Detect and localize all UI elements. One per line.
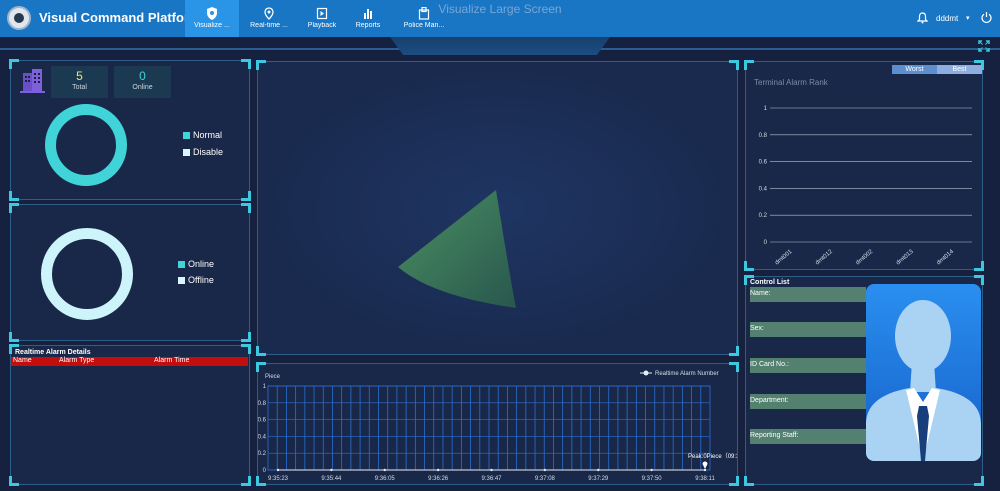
title-band (0, 37, 1000, 55)
terminal-rank-panel: Worst Best Terminal Alarm Rank 0 0.2 0.4 0.… (744, 60, 984, 271)
online-value: 0 (139, 69, 146, 83)
data-point (543, 468, 547, 472)
y-tick-label: 0.6 (258, 418, 267, 424)
map-panel[interactable] (256, 60, 739, 356)
online-label: Online (132, 84, 153, 91)
control-list-panel: Control List Name: Sex: ID Card No.: Dep… (744, 275, 984, 486)
power-icon[interactable] (980, 11, 993, 24)
online-status-donut (41, 228, 133, 320)
screen-title: Visualize Large Screen (438, 2, 562, 16)
field-sex: Sex: (750, 322, 866, 337)
field-name: Name: (750, 287, 866, 302)
field-department: Department: (750, 394, 866, 409)
data-point (703, 468, 707, 472)
data-point (436, 468, 440, 472)
tab-label: Police Man... (403, 22, 445, 29)
y-tick-label: 0.2 (759, 213, 768, 219)
app-title: Visual Command Platform (39, 10, 201, 25)
alarm-details-title: Realtime Alarm Details (15, 349, 91, 356)
column-alarm-type[interactable]: Alarm Type (59, 357, 94, 364)
online-stat: 0 Online (114, 66, 171, 98)
legend-online: Online (178, 259, 214, 269)
field-id-card: ID Card No.: (750, 358, 866, 373)
building-icon (20, 69, 45, 93)
platform-logo (7, 6, 31, 30)
x-tick-label: 9:35:44 (321, 476, 342, 482)
legend-label: Realtime Alarm Number (655, 371, 719, 377)
legend-marker (643, 370, 649, 376)
map-pin-icon (264, 7, 274, 20)
online-stats-panel: Online Offline (9, 203, 251, 342)
alarm-details-panel: Realtime Alarm Details Name Alarm Type A… (9, 344, 251, 486)
bar-chart-icon (364, 9, 372, 19)
tab-label: Reports (355, 22, 381, 29)
x-tick-label: dmt012 (815, 249, 835, 267)
data-point (650, 468, 653, 472)
x-tick-label: 9:36:26 (428, 476, 449, 482)
control-list-title: Control List (750, 279, 790, 286)
username[interactable]: dddmt (936, 14, 958, 23)
x-tick-label: dmt013 (895, 249, 915, 267)
x-tick-label: dmt002 (855, 249, 875, 267)
x-tick-label: 9:36:47 (481, 476, 502, 482)
tab-realtime[interactable]: Real-time ... (242, 0, 296, 37)
data-point (383, 468, 386, 472)
realtime-alarm-chart: 0 0.2 0.4 0.6 0.8 1 Piece 9:35:23 9:35:44 9:36:05… (258, 370, 737, 482)
y-tick-label: 0.4 (759, 186, 768, 192)
avatar-silhouette-icon (866, 300, 981, 461)
data-point (490, 468, 493, 472)
playback-icon (316, 7, 328, 20)
column-name[interactable]: Name (13, 357, 32, 364)
x-tick-label: 9:36:05 (375, 476, 396, 482)
fullscreen-icon[interactable] (978, 40, 990, 52)
tab-label: Visualize ... (194, 22, 230, 29)
y-tick-label: 0.2 (258, 451, 267, 457)
y-tick-label: 0.6 (759, 160, 768, 166)
bell-icon[interactable] (917, 12, 928, 24)
data-point (597, 468, 600, 472)
x-tick-label: 9:37:50 (642, 476, 663, 482)
y-tick-label: 0.8 (258, 401, 267, 407)
field-reporting-staff: Reporting Staff: (750, 429, 866, 444)
legend-normal: Normal (183, 130, 222, 140)
legend-offline: Offline (178, 275, 214, 285)
peak-marker-icon (702, 461, 708, 469)
x-tick-label: 9:35:23 (268, 476, 289, 482)
shield-icon (207, 7, 217, 20)
device-status-donut (45, 104, 127, 186)
y-tick-label: 0 (263, 468, 267, 474)
y-axis-label: Piece (265, 374, 281, 380)
y-tick-label: 0.4 (258, 434, 267, 440)
total-stat: 5 Total (51, 66, 108, 98)
tab-reports[interactable]: Reports (341, 0, 395, 37)
legend-disable: Disable (183, 147, 223, 157)
peak-label: Peak:0Piece（09:3 (688, 453, 737, 460)
tab-label: Real-time ... (250, 22, 288, 29)
device-stats-panel: 5 Total 0 Online Normal Disable (9, 59, 251, 201)
x-tick-label: 9:37:29 (588, 476, 609, 482)
y-tick-label: 1 (764, 106, 768, 112)
y-tick-label: 0 (764, 240, 768, 246)
x-tick-label: 9:37:08 (535, 476, 556, 482)
alarm-table-header: Name Alarm Type Alarm Time (11, 357, 248, 366)
y-tick-label: 1 (263, 384, 267, 390)
x-tick-label: dmt001 (774, 249, 794, 267)
realtime-alarm-panel: 0 0.2 0.4 0.6 0.8 1 Piece 9:35:23 9:35:44 9:36:05… (256, 362, 739, 486)
total-value: 5 (76, 69, 83, 83)
x-tick-label: 9:38:11 (695, 476, 715, 482)
terminal-rank-chart: 0 0.2 0.4 0.6 0.8 1 dmt001 dmt012 dmt002 dmt013 dm… (759, 106, 972, 267)
y-tick-label: 0.8 (759, 133, 768, 139)
chevron-down-icon[interactable]: ▾ (966, 14, 970, 22)
total-label: Total (72, 84, 87, 91)
x-tick-label: dmt014 (936, 249, 956, 267)
data-point (276, 468, 280, 472)
column-alarm-time[interactable]: Alarm Time (154, 357, 189, 364)
person-photo (866, 284, 981, 461)
data-point (330, 468, 333, 472)
tab-visualize[interactable]: Visualize ... (185, 0, 239, 37)
camera-view-sector (398, 190, 516, 308)
